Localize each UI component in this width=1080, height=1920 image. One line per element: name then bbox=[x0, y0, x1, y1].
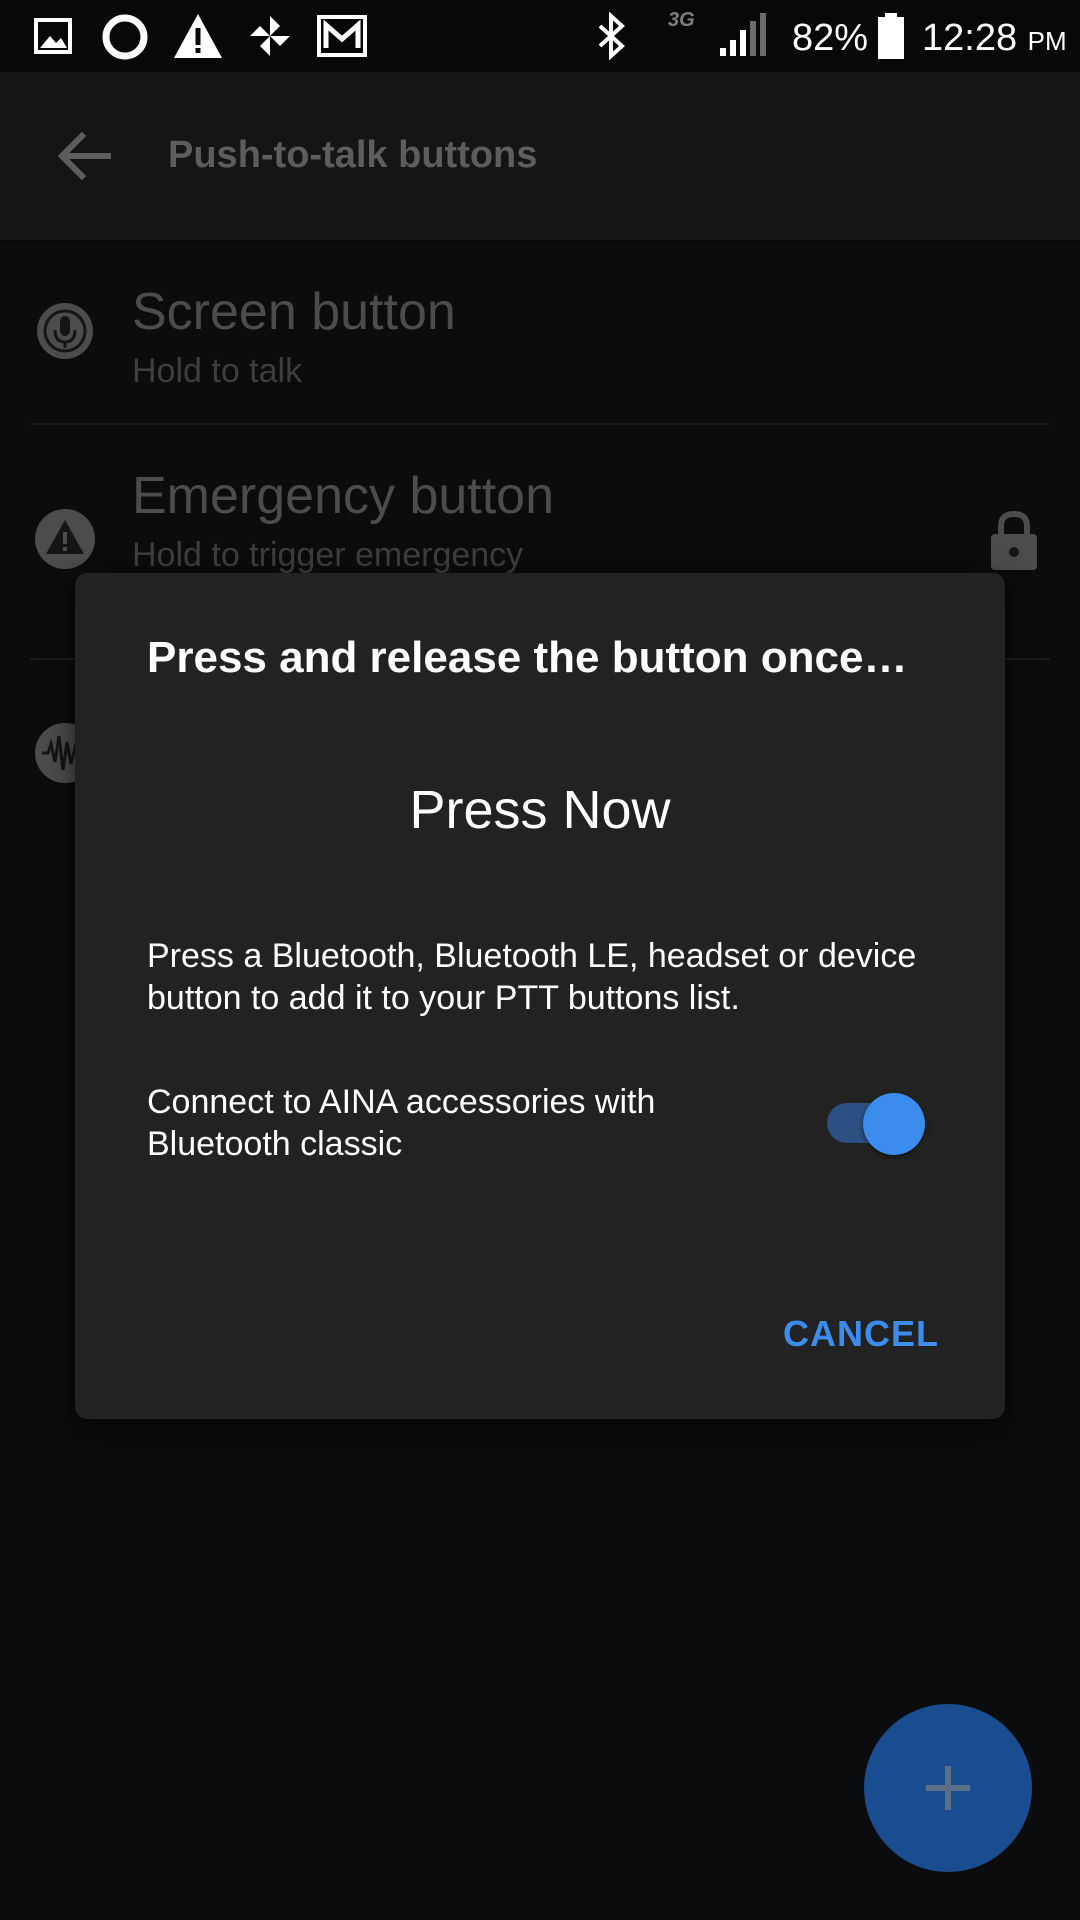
clock: 12:28 PM bbox=[922, 14, 1067, 65]
add-button-dialog: Press and release the button once… Press… bbox=[75, 573, 1005, 1419]
clock-time: 12:28 bbox=[922, 17, 1018, 59]
dialog-title: Press and release the button once… bbox=[147, 633, 908, 682]
warning-icon bbox=[172, 12, 224, 65]
app-bar: Push-to-talk buttons bbox=[0, 72, 1080, 242]
toggle-thumb bbox=[863, 1093, 925, 1155]
pinwheel-icon bbox=[246, 12, 294, 65]
arrow-back-icon bbox=[57, 131, 111, 181]
image-icon bbox=[34, 16, 74, 61]
list-item-subtitle: Hold to talk bbox=[132, 352, 303, 390]
bluetooth-classic-toggle[interactable] bbox=[827, 1093, 929, 1155]
cancel-button[interactable]: CANCEL bbox=[783, 1313, 939, 1355]
ring-icon bbox=[100, 12, 150, 67]
screen: 3G 82% 12:28 PM Push-to-talk buttons Scr… bbox=[0, 0, 1080, 1920]
signal-icon bbox=[718, 12, 768, 63]
press-now-label: Press Now bbox=[409, 780, 671, 840]
warning-icon bbox=[34, 508, 96, 575]
bluetooth-classic-toggle-label: Connect to AINA accessories with Bluetoo… bbox=[147, 1083, 656, 1163]
back-button[interactable] bbox=[48, 118, 124, 194]
page-title: Push-to-talk buttons bbox=[168, 134, 538, 176]
add-button-fab[interactable] bbox=[864, 1704, 1032, 1872]
list-item-subtitle: Hold to trigger emergency bbox=[132, 536, 524, 574]
status-bar: 3G 82% 12:28 PM bbox=[0, 0, 1080, 72]
list-item-screen-button[interactable]: Screen button Hold to talk bbox=[0, 240, 1080, 424]
mic-icon bbox=[34, 300, 96, 367]
list-item-title: Screen button bbox=[132, 283, 456, 341]
divider bbox=[30, 423, 1050, 425]
mail-icon bbox=[316, 12, 368, 65]
list-item-title: Emergency button bbox=[132, 467, 555, 525]
network-type-label: 3G bbox=[668, 9, 695, 31]
plus-icon bbox=[926, 1766, 970, 1810]
battery-percent: 82% bbox=[792, 17, 869, 59]
dialog-body-text: Press a Bluetooth, Bluetooth LE, headset… bbox=[147, 937, 917, 1017]
lock-icon bbox=[988, 508, 1040, 577]
clock-ampm: PM bbox=[1027, 26, 1067, 56]
battery-icon bbox=[876, 12, 906, 65]
bluetooth-icon bbox=[594, 11, 630, 65]
